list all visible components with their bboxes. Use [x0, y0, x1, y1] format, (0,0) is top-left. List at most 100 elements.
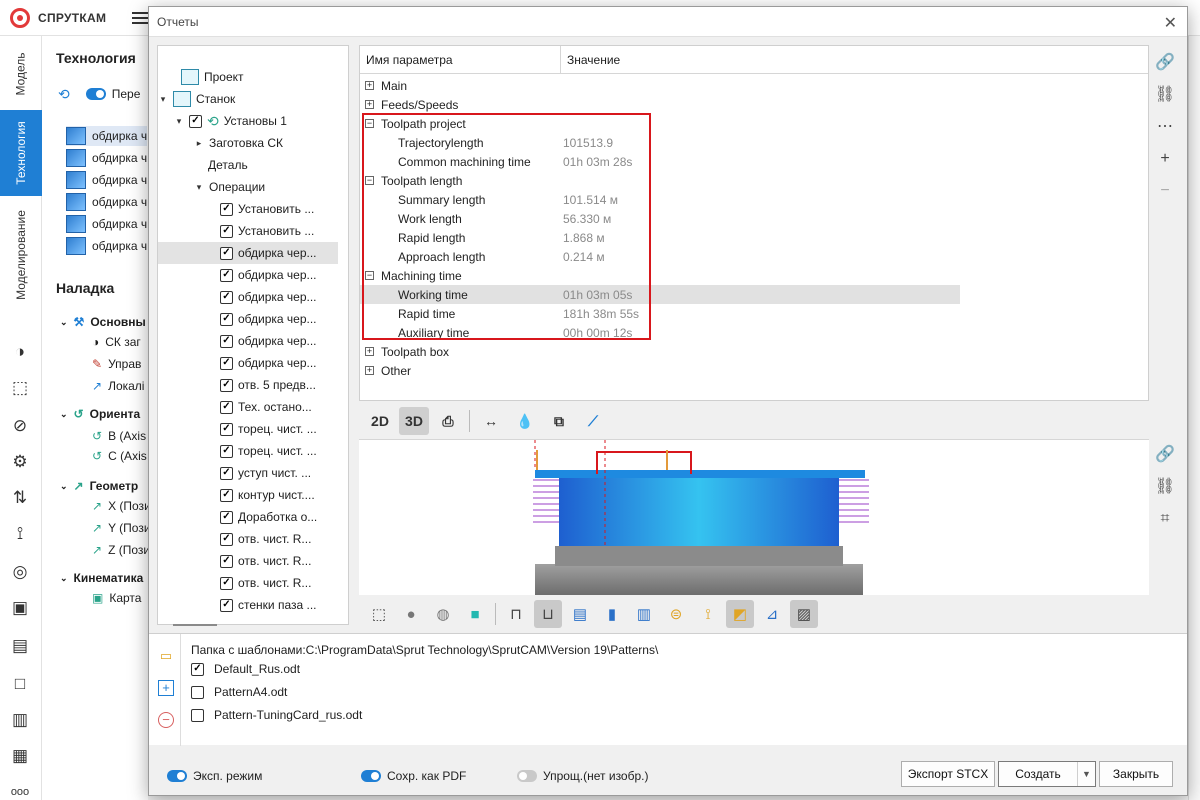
template-item[interactable]: PatternA4.odt: [191, 685, 287, 699]
collapse-icon[interactable]: −: [365, 271, 374, 280]
tree-item-operation[interactable]: обдирка чер...: [220, 264, 317, 286]
setup-item[interactable]: ↗ X (Пози: [92, 496, 151, 516]
link-settings-icon[interactable]: ⛓: [1153, 475, 1177, 499]
operation-row[interactable]: обдирка ч: [66, 148, 147, 168]
col-header-name[interactable]: Имя параметра: [366, 53, 453, 67]
hamburger-menu-icon[interactable]: [132, 9, 148, 25]
setup-item[interactable]: ↗ Z (Пози: [92, 540, 150, 560]
setup-item[interactable]: ↺ B (Axis: [92, 426, 146, 446]
parameter-group-row[interactable]: + Feeds/Speeds: [360, 95, 960, 114]
collapse-icon[interactable]: −: [365, 119, 374, 128]
expand-icon[interactable]: +: [365, 347, 374, 356]
operation-row[interactable]: обдирка ч: [66, 236, 147, 256]
operation-checkbox[interactable]: [220, 444, 233, 458]
tree-item-operation[interactable]: Установить ...: [220, 198, 314, 220]
gear-icon[interactable]: ⚙: [10, 452, 30, 472]
parameter-row[interactable]: Rapid length 1.868 м: [360, 228, 960, 247]
tree-item-operation[interactable]: отв. 5 предв...: [220, 374, 316, 396]
drop-icon[interactable]: 💧: [510, 407, 540, 435]
tree-item-operation[interactable]: уступ чист. ...: [220, 462, 311, 484]
link-icon[interactable]: 🔗: [1153, 443, 1177, 467]
tree-item-operation[interactable]: Тех. остано...: [220, 396, 312, 418]
tree-item-operation[interactable]: торец. чист. ...: [220, 440, 317, 462]
workpiece-view-icon[interactable]: ▥: [630, 600, 658, 628]
simplified-toggle[interactable]: Упрощ.(нет изобр.): [517, 769, 649, 783]
blocks-icon[interactable]: ▣: [10, 598, 30, 618]
operation-checkbox[interactable]: [220, 554, 233, 568]
operation-checkbox[interactable]: [220, 224, 233, 238]
parameter-group-row[interactable]: − Machining time: [360, 266, 960, 285]
template-checkbox[interactable]: [191, 708, 204, 722]
dimension-icon[interactable]: ↔: [476, 407, 506, 435]
template-item[interactable]: Default_Rus.odt: [191, 662, 300, 676]
add-icon[interactable]: +: [1153, 147, 1177, 171]
remove-icon[interactable]: −: [1153, 179, 1177, 203]
tree-scrollbar[interactable]: [348, 90, 349, 625]
operation-checkbox[interactable]: [220, 334, 233, 348]
setup-item[interactable]: ◑ СК заг: [92, 332, 141, 352]
setup-group[interactable]: ⌄ ↗ Геометр: [60, 476, 138, 496]
parameter-group-row[interactable]: − Toolpath length: [360, 171, 960, 190]
view-2d-button[interactable]: 2D: [365, 407, 395, 435]
axes-icon[interactable]: ⇅: [10, 488, 30, 508]
tree-item-part[interactable]: Деталь: [208, 154, 248, 176]
select-region-icon[interactable]: ⬚: [10, 378, 30, 398]
compass-icon[interactable]: ⊘: [10, 416, 30, 436]
part-view-icon[interactable]: ▮: [598, 600, 626, 628]
tool-view-icon[interactable]: ⟟: [694, 600, 722, 628]
tree-item-operation[interactable]: обдирка чер...: [158, 242, 338, 264]
link-icon[interactable]: 🔗: [1153, 51, 1177, 75]
tab-simulation[interactable]: Моделирование: [0, 200, 42, 310]
operation-checkbox[interactable]: [220, 312, 233, 326]
operation-checkbox[interactable]: [220, 202, 233, 216]
machine-icon[interactable]: ▤: [10, 636, 30, 656]
tree-item-setup[interactable]: ▾⟲Установы 1: [174, 110, 287, 132]
panel-switch[interactable]: [85, 88, 106, 100]
collapse-icon[interactable]: −: [365, 176, 374, 185]
expand-icon[interactable]: +: [365, 81, 374, 90]
tree-item-operation[interactable]: торец. чист. ...: [220, 418, 317, 440]
chevron-down-icon[interactable]: ▼: [1077, 762, 1095, 786]
operation-checkbox[interactable]: [220, 466, 233, 480]
holder-view-icon[interactable]: ⊜: [662, 600, 690, 628]
setup-checkbox[interactable]: [189, 114, 202, 128]
chart-icon[interactable]: ▦: [10, 746, 30, 766]
setup-item[interactable]: ▣ Карта: [92, 588, 141, 608]
tree-item-operation[interactable]: обдирка чер...: [220, 352, 317, 374]
tree-item-operation[interactable]: контур чист....: [220, 484, 315, 506]
parameter-row[interactable]: Approach length 0.214 м: [360, 247, 960, 266]
model-viewer[interactable]: [359, 439, 1149, 595]
parameter-row[interactable]: Rapid time 181h 38m 55s: [360, 304, 960, 323]
parameter-group-row[interactable]: − Toolpath project: [360, 114, 960, 133]
operation-checkbox[interactable]: [220, 378, 233, 392]
export-stcx-button[interactable]: Экспорт STCX: [901, 761, 995, 787]
operation-checkbox[interactable]: [220, 356, 233, 370]
tree-item-operation[interactable]: отв. чист. R...: [220, 528, 311, 550]
box-icon[interactable]: ⧉: [544, 407, 574, 435]
operation-checkbox[interactable]: [220, 598, 233, 612]
link-settings-icon[interactable]: ⛓: [1153, 83, 1177, 107]
parameter-group-row[interactable]: + Main: [360, 76, 960, 95]
operation-checkbox[interactable]: [220, 576, 233, 590]
parameter-row[interactable]: Working time 01h 03m 05s: [360, 285, 960, 304]
expand-icon[interactable]: +: [365, 366, 374, 375]
fit-view-icon[interactable]: ⬚: [365, 600, 393, 628]
operation-checkbox[interactable]: [220, 400, 233, 414]
tab-technology[interactable]: Технология: [0, 110, 42, 196]
operation-row[interactable]: обдирка ч: [66, 214, 147, 234]
operation-checkbox[interactable]: [220, 268, 233, 282]
close-icon[interactable]: ✕: [1164, 13, 1177, 33]
operation-checkbox[interactable]: [220, 488, 233, 502]
setup-group[interactable]: ⌄ Кинематика: [60, 568, 143, 588]
toolpath-view-icon[interactable]: ◩: [726, 600, 754, 628]
setup-item[interactable]: ↺ C (Axis: [92, 446, 147, 466]
cs-icon[interactable]: ◑: [10, 342, 30, 362]
measure-view-icon[interactable]: ⊿: [758, 600, 786, 628]
parameter-row[interactable]: Auxiliary time 00h 00m 12s: [360, 323, 960, 342]
operation-row[interactable]: обдирка ч: [66, 192, 147, 212]
parameter-group-row[interactable]: + Other: [360, 361, 960, 380]
tree-item-machine[interactable]: ▾ Станок: [158, 88, 235, 110]
cylinders-icon[interactable]: ◍: [429, 600, 457, 628]
template-item[interactable]: Pattern-TuningCard_rus.odt: [191, 708, 362, 722]
square-icon[interactable]: □: [10, 674, 30, 694]
